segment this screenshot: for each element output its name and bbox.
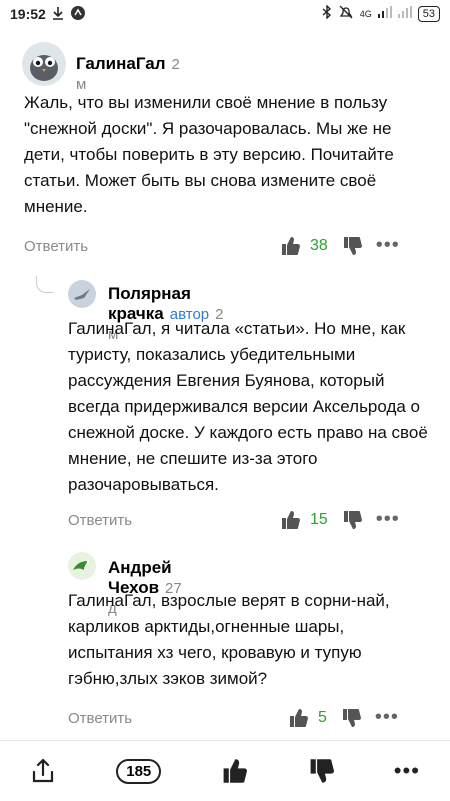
author-name[interactable]: ГалинаГал	[76, 54, 166, 73]
like-icon[interactable]	[280, 236, 300, 256]
share-icon[interactable]	[30, 758, 56, 784]
like-icon[interactable]	[288, 708, 308, 728]
dislike-icon[interactable]	[308, 758, 334, 784]
signal-icon-2	[397, 6, 412, 21]
comment-text: ГалинаГал, я читала «статьи». Но мне, ка…	[68, 319, 428, 494]
status-bar: 19:52 4G 53	[0, 0, 450, 28]
signal-icon	[377, 6, 392, 21]
comment-actions: 15 •••	[280, 508, 400, 531]
reply-button[interactable]: Ответить	[24, 238, 88, 255]
comment-author[interactable]: ГалинаГал 2 м	[76, 54, 180, 94]
app-notification-icon	[70, 5, 86, 24]
reply-button[interactable]: Ответить	[68, 710, 132, 727]
dislike-icon[interactable]	[341, 708, 361, 728]
more-options-icon[interactable]: •••	[376, 234, 400, 257]
avatar[interactable]	[68, 280, 96, 308]
bluetooth-icon	[322, 4, 332, 22]
network-label: 4G	[359, 8, 372, 19]
dislike-icon[interactable]	[342, 510, 362, 530]
like-count: 15	[310, 510, 328, 528]
comment-actions: 5 •••	[288, 706, 399, 729]
comments-count-button[interactable]: 185	[116, 758, 162, 784]
download-icon	[52, 6, 64, 23]
more-options-icon[interactable]: •••	[376, 508, 400, 531]
comment-text: Жаль, что вы изменили своё мнение в поль…	[24, 93, 394, 216]
avatar[interactable]	[22, 42, 66, 86]
avatar[interactable]	[68, 552, 96, 580]
status-time: 19:52	[10, 6, 46, 22]
thread-connector	[36, 276, 53, 293]
comment-actions: 38 •••	[280, 234, 400, 257]
battery-indicator: 53	[417, 5, 440, 22]
reply-button[interactable]: Ответить	[68, 512, 132, 529]
like-count: 5	[318, 708, 327, 726]
like-count: 38	[310, 236, 328, 254]
bottom-action-bar: 185 •••	[0, 740, 450, 801]
like-icon[interactable]	[280, 510, 300, 530]
comment-text: ГалинаГал, взрослые верят в сорни-най, к…	[68, 591, 390, 688]
mute-icon	[338, 5, 354, 22]
more-options-icon[interactable]: •••	[375, 706, 399, 729]
more-options-icon[interactable]: •••	[394, 758, 420, 784]
dislike-icon[interactable]	[342, 236, 362, 256]
like-icon[interactable]	[221, 758, 248, 784]
